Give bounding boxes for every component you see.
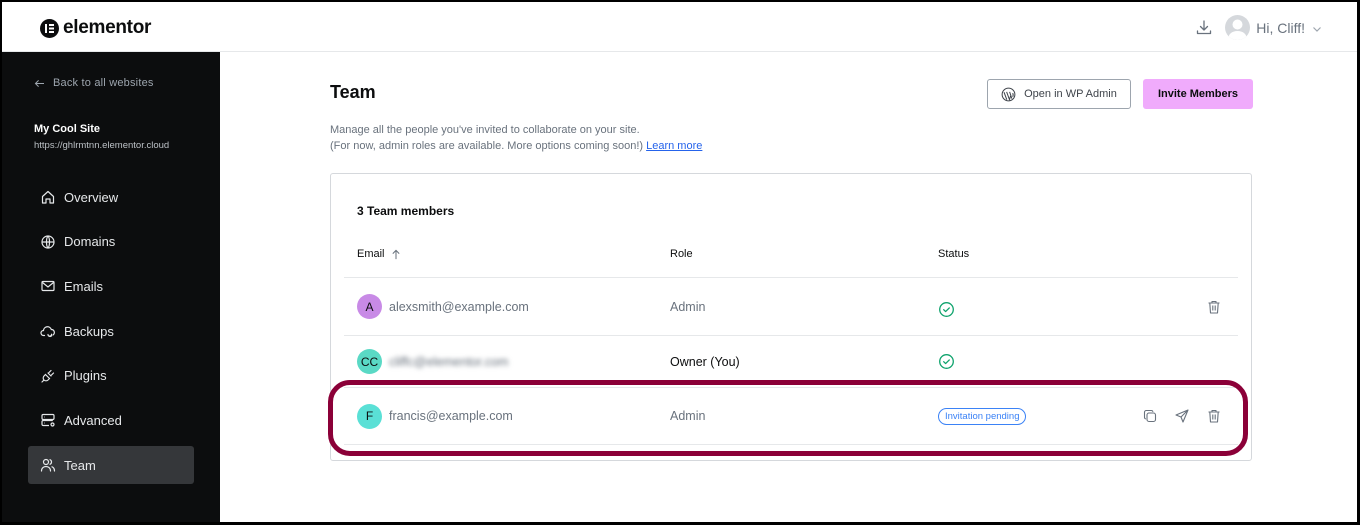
sidebar-item-overview[interactable]: Overview [28,178,194,216]
chevron-down-icon [1311,22,1323,34]
logo-text: elementor [63,17,152,38]
member-role: Admin [670,409,706,423]
column-header-email-label: Email [357,248,385,260]
sidebar-item-team[interactable]: Team [28,446,194,485]
elementor-logo[interactable]: elementor [40,17,151,39]
sort-ascending-icon [391,249,400,259]
member-email-blurred: cliffc@elementor.com [389,354,509,369]
site-name: My Cool Site [34,123,101,135]
table-row: F francis@example.com Admin Invitation p… [344,388,1238,445]
member-status [938,336,955,387]
column-header-role: Role [670,248,693,260]
page-title: Team [330,82,376,102]
column-header-email[interactable]: Email [357,248,401,260]
column-header-status: Status [938,248,970,260]
sidebar-nav: Overview Domains Emails Backups Plugins … [28,178,194,491]
main-content: Team Manage all the people you've invite… [220,52,1357,522]
delete-icon[interactable] [1206,408,1222,424]
description-line-2-text: (For now, admin roles are available. Mor… [330,140,644,152]
member-status [938,278,955,335]
member-role: Admin [670,299,706,314]
account-area: Hi, Cliff! [1195,15,1323,40]
back-to-all-websites-link[interactable]: Back to all websites [34,77,154,89]
member-role: Owner (You) [670,354,740,369]
sidebar-item-backups[interactable]: Backups [28,312,194,350]
invite-members-button[interactable]: Invite Members [1143,79,1253,109]
member-email: alexsmith@example.com [389,299,529,314]
wordpress-icon [1001,87,1016,101]
send-icon[interactable] [1174,408,1190,424]
users-icon [40,459,56,472]
member-email-cell: A alexsmith@example.com [357,278,529,335]
user-avatar [1225,15,1251,40]
member-status: Invitation pending [938,388,1027,444]
description-line-2: (For now, admin roles are available. Mor… [330,138,702,154]
member-email-cell: CC cliffc@elementor.com [357,336,508,387]
server-icon [41,414,55,428]
sidebar-item-advanced[interactable]: Advanced [28,401,194,439]
member-email-cell: F francis@example.com [357,388,513,444]
table-row: CC cliffc@elementor.com Owner (You) [344,336,1238,388]
member-email: francis@example.com [389,409,513,423]
sidebar-item-label: Domains [64,234,116,250]
sidebar-item-label: Overview [64,189,119,205]
member-avatar: A [357,294,382,319]
sidebar-item-label: Team [64,457,96,473]
team-members-card: 3 Team members Email Role Status A alexs… [330,173,1252,461]
sidebar-item-label: Emails [64,278,104,294]
open-wp-admin-label: Open in WP Admin [1024,88,1117,100]
download-icon[interactable] [1195,19,1213,37]
row-actions [1206,278,1222,335]
table-row: A alexsmith@example.com Admin [344,278,1238,336]
home-icon [41,190,55,204]
delete-icon[interactable] [1206,299,1222,315]
sidebar-item-plugins[interactable]: Plugins [28,357,194,395]
sidebar-item-label: Advanced [64,412,122,428]
row-actions [1142,388,1222,444]
description-line-1: Manage all the people you've invited to … [330,124,640,136]
arrow-left-icon [34,79,44,87]
app-window: elementor Hi, Cliff! Back to all website… [0,0,1360,525]
member-avatar: CC [357,349,382,374]
team-count-title: 3 Team members [357,204,455,218]
globe-icon [41,235,55,249]
learn-more-link[interactable]: Learn more [646,140,702,152]
sidebar-item-label: Plugins [64,368,107,384]
page-description: Manage all the people you've invited to … [330,122,702,154]
site-url: https://ghlrmtnn.elementor.cloud [34,140,170,151]
check-circle-icon [939,302,954,317]
user-greeting: Hi, Cliff! [1256,19,1305,36]
mail-icon [41,281,55,292]
invitation-pending-badge: Invitation pending [938,407,1027,425]
member-avatar: F [357,403,382,429]
sidebar-item-domains[interactable]: Domains [28,223,194,261]
sidebar-item-emails[interactable]: Emails [28,267,194,305]
plug-icon [41,369,55,383]
top-bar: elementor Hi, Cliff! [2,2,1357,52]
user-menu[interactable]: Hi, Cliff! [1225,15,1323,40]
sidebar-item-label: Backups [64,323,114,339]
back-link-label: Back to all websites [53,77,154,89]
open-in-wp-admin-button[interactable]: Open in WP Admin [987,79,1131,109]
cloud-icon [40,326,55,338]
elementor-logo-icon [40,18,59,38]
copy-icon[interactable] [1142,408,1158,424]
check-circle-icon [939,354,954,369]
sidebar: Back to all websites My Cool Site https:… [2,52,220,522]
table-header: Email Role Status [344,234,1238,278]
